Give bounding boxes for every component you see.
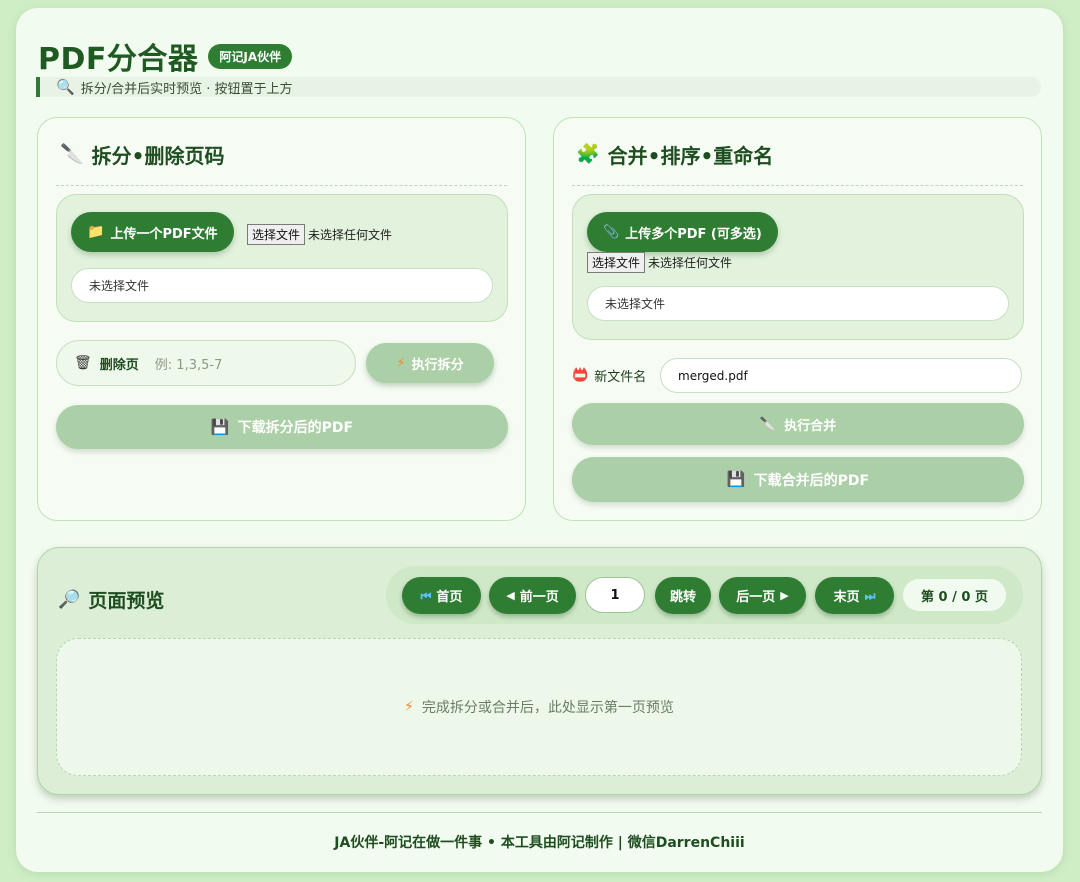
split-card-title: 🔪 拆分•删除页码 bbox=[60, 143, 225, 168]
filename-input[interactable]: merged.pdf bbox=[660, 358, 1022, 393]
next-page-button[interactable]: 后一页 ▶ bbox=[719, 577, 806, 614]
preview-area: ⚡ 完成拆分或合并后，此处显示第一页预览 bbox=[56, 638, 1022, 776]
lightning-icon: ⚡ bbox=[404, 699, 414, 715]
delete-pages-label: 删除页 bbox=[99, 357, 139, 373]
floppy-disk-icon: 💾 bbox=[210, 417, 230, 436]
split-file-status: 未选择任何文件 bbox=[308, 228, 393, 242]
page-indicator: 第 0 / 0 页 bbox=[903, 579, 1006, 611]
page-title: PDF分合器 bbox=[38, 42, 199, 77]
header: PDF分合器 阿记JA伙伴 bbox=[38, 34, 293, 78]
puzzle-icon: 🧩 bbox=[576, 143, 600, 165]
triangle-left-icon: ◀ bbox=[506, 589, 515, 602]
execute-merge-button[interactable]: 🔪 执行合并 bbox=[572, 403, 1024, 445]
pagination-bar: ⏮ 首页 ◀ 前一页 1 跳转 后一页 ▶ 末页 ⏭ 第 0 / 0 页 bbox=[386, 566, 1023, 624]
folder-icon: 📁 bbox=[87, 224, 105, 240]
merge-card-title: 🧩 合并•排序•重命名 bbox=[576, 143, 774, 168]
lightning-icon: ⚡ bbox=[396, 355, 406, 371]
name-tag-icon: 📛 bbox=[572, 368, 589, 383]
skip-back-icon: ⏮ bbox=[420, 588, 432, 603]
merge-upload-button[interactable]: 📎 上传多个PDF (可多选) bbox=[587, 212, 778, 252]
split-upload-panel: 📁 上传一个PDF文件 选择文件 未选择任何文件 未选择文件 bbox=[56, 194, 508, 322]
prev-page-button[interactable]: ◀ 前一页 bbox=[489, 577, 576, 614]
filename-label: 📛 新文件名 bbox=[572, 368, 647, 385]
divider bbox=[56, 185, 507, 186]
merge-choose-file-button[interactable]: 选择文件 bbox=[587, 252, 646, 273]
subtitle-text: 拆分/合并后实时预览 · 按钮置于上方 bbox=[80, 81, 293, 97]
split-selected-file-field: 未选择文件 bbox=[71, 268, 493, 303]
page-number-input[interactable]: 1 bbox=[585, 577, 645, 613]
merge-selected-file-field: 未选择文件 bbox=[587, 286, 1009, 321]
preview-panel: 🔎 页面预览 ⏮ 首页 ◀ 前一页 1 跳转 后一页 ▶ 末页 ⏭ 第 0 / … bbox=[37, 547, 1042, 795]
trash-icon: 🗑 bbox=[74, 355, 92, 371]
preview-placeholder: 完成拆分或合并后，此处显示第一页预览 bbox=[421, 700, 674, 716]
divider bbox=[572, 185, 1023, 186]
split-card: 🔪 拆分•删除页码 📁 上传一个PDF文件 选择文件 未选择任何文件 未选择文件… bbox=[37, 117, 526, 521]
first-page-button[interactable]: ⏮ 首页 bbox=[402, 577, 481, 614]
delete-pages-placeholder: 例: 1,3,5-7 bbox=[154, 357, 223, 373]
footer-divider bbox=[37, 812, 1042, 813]
magnifier-icon: 🔍 bbox=[56, 77, 75, 96]
merge-file-status: 未选择任何文件 bbox=[648, 256, 733, 270]
skip-forward-icon: ⏭ bbox=[864, 588, 876, 603]
knife-icon: 🔪 bbox=[60, 143, 84, 165]
split-upload-button[interactable]: 📁 上传一个PDF文件 bbox=[71, 212, 234, 252]
knife-icon: 🔪 bbox=[759, 416, 777, 432]
merge-card: 🧩 合并•排序•重命名 📎 上传多个PDF (可多选) 选择文件 未选择任何文件… bbox=[553, 117, 1042, 521]
magnifier-icon: 🔎 bbox=[58, 588, 81, 610]
execute-split-button[interactable]: ⚡ 执行拆分 bbox=[366, 343, 494, 383]
subtitle-bar: 🔍 拆分/合并后实时预览 · 按钮置于上方 bbox=[36, 77, 1041, 97]
download-split-button[interactable]: 💾 下载拆分后的PDF bbox=[56, 405, 508, 449]
triangle-right-icon: ▶ bbox=[780, 589, 789, 602]
jump-button[interactable]: 跳转 bbox=[655, 577, 711, 614]
download-merge-button[interactable]: 💾 下载合并后的PDF bbox=[572, 457, 1024, 502]
footer-text: JA伙伴-阿记在做一件事 • 本工具由阿记制作 | 微信DarrenChiii bbox=[334, 835, 745, 851]
floppy-disk-icon: 💾 bbox=[726, 470, 746, 488]
app-window: PDF分合器 阿记JA伙伴 🔍 拆分/合并后实时预览 · 按钮置于上方 🔪 拆分… bbox=[16, 8, 1063, 872]
merge-upload-panel: 📎 上传多个PDF (可多选) 选择文件 未选择任何文件 未选择文件 bbox=[572, 194, 1024, 340]
paperclip-icon: 📎 bbox=[603, 224, 620, 240]
author-badge: 阿记JA伙伴 bbox=[208, 43, 293, 69]
split-file-picker: 选择文件 未选择任何文件 bbox=[247, 224, 392, 245]
delete-pages-field[interactable]: 🗑 删除页 例: 1,3,5-7 bbox=[56, 340, 356, 386]
split-choose-file-button[interactable]: 选择文件 bbox=[247, 224, 306, 245]
merge-file-picker: 选择文件 未选择任何文件 bbox=[587, 252, 732, 273]
preview-title: 🔎 页面预览 bbox=[58, 588, 165, 612]
last-page-button[interactable]: 末页 ⏭ bbox=[815, 577, 894, 614]
